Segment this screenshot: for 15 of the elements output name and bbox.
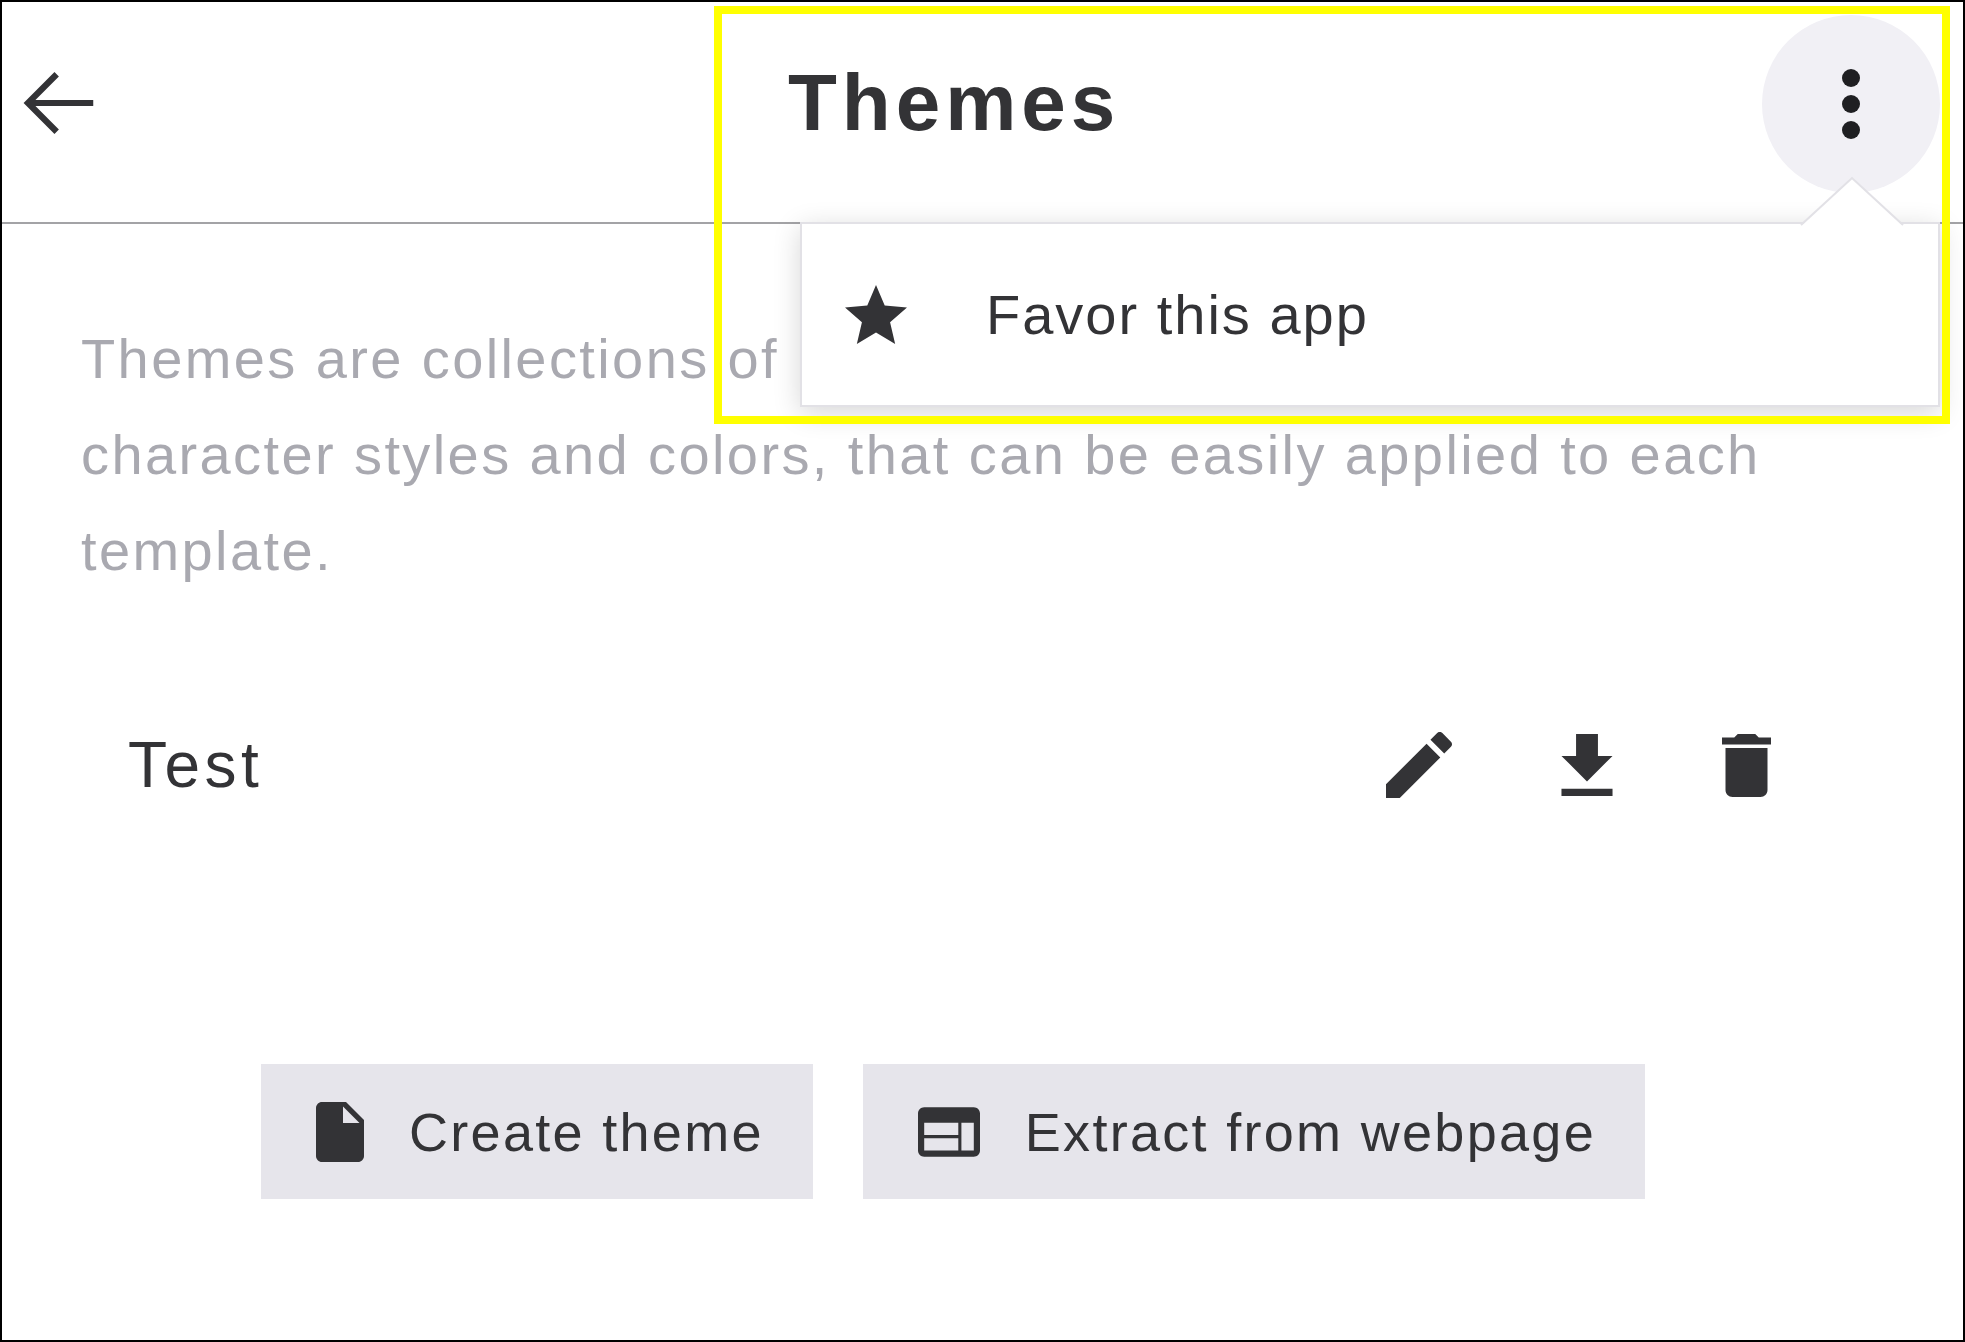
file-icon [316,1101,364,1162]
description-line: template. [81,518,333,584]
extract-button[interactable]: Extract from webpage [862,1064,1645,1199]
page-title: Themes [788,57,1121,149]
create-button[interactable]: Create theme [261,1064,813,1199]
description-line: Themes are collections of [81,326,780,392]
star-icon [845,285,907,344]
window-layout-icon [917,1106,980,1157]
description-line: character styles and colors, that can be easily applied to each [81,422,1761,488]
trash-icon[interactable] [1722,733,1771,797]
more-vertical-icon [1842,69,1860,139]
pencil-icon[interactable] [1386,732,1452,798]
download-icon[interactable] [1560,734,1614,796]
menu-item[interactable]: Favor this app [802,224,1938,405]
theme-name: Test [128,728,264,802]
